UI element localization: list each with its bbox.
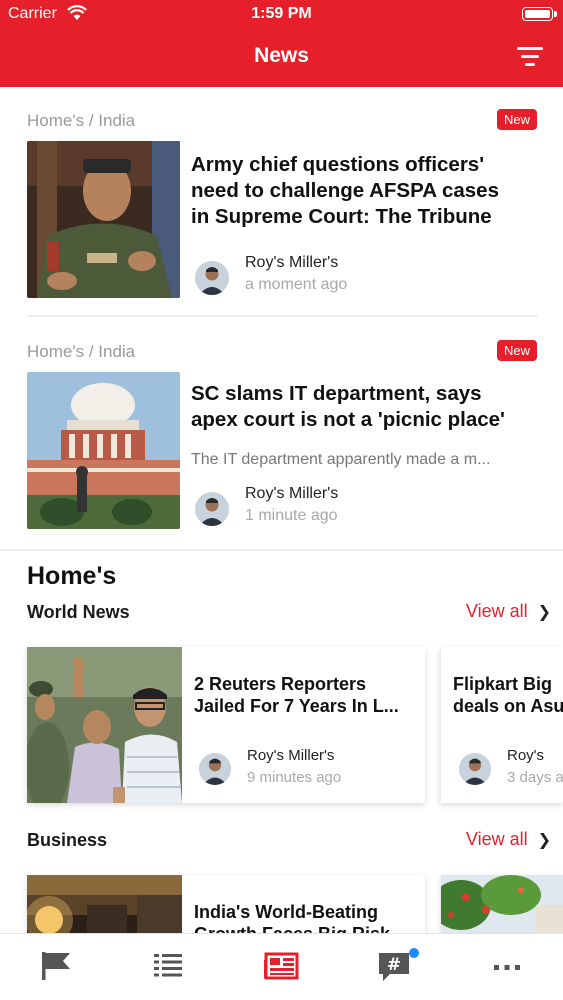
article-thumbnail[interactable] <box>27 372 180 529</box>
tab-chat[interactable]: # <box>374 948 419 984</box>
view-all-business-button[interactable]: View all ❯ <box>466 829 551 850</box>
author-name: Roy's Miller's <box>245 254 339 271</box>
news-card[interactable]: Flipkart Big deals on Asu Roy's 3 days a <box>441 647 563 803</box>
flag-icon <box>42 952 70 980</box>
timestamp: a moment ago <box>245 276 348 293</box>
newspaper-icon <box>264 952 299 980</box>
category-title-world-news: World News <box>27 602 130 622</box>
chevron-right-icon: ❯ <box>537 832 551 849</box>
view-all-world-news-button[interactable]: View all ❯ <box>466 601 551 622</box>
filter-icon[interactable] <box>517 45 543 67</box>
battery-icon <box>522 7 557 21</box>
category-title-business: Business <box>27 830 108 850</box>
breadcrumb[interactable]: Home's / India <box>27 342 135 362</box>
article-thumbnail[interactable] <box>27 141 180 298</box>
tab-news[interactable] <box>261 948 301 984</box>
clock: 1:59 PM <box>251 5 312 22</box>
app-header: Carrier 1:59 PM News <box>0 0 563 87</box>
hashtag-chat-icon: # <box>379 953 409 981</box>
article-headline[interactable]: SC slams IT department, says apex court … <box>191 381 537 433</box>
author-name: Roy's Miller's <box>247 747 335 764</box>
new-badge: New <box>496 340 537 361</box>
tab-more[interactable] <box>487 948 527 984</box>
card-title: 2 Reuters Reporters Jailed For 7 Years I… <box>194 674 399 716</box>
article-item[interactable]: Home's / India New SC slams IT departmen… <box>27 340 537 542</box>
chevron-right-icon: ❯ <box>537 604 551 621</box>
tab-flag[interactable] <box>36 948 76 984</box>
card-title: Flipkart Big deals on Asu <box>453 674 563 716</box>
status-bar: Carrier 1:59 PM <box>0 0 563 30</box>
page-title: News <box>254 44 309 67</box>
breadcrumb[interactable]: Home's / India <box>27 111 135 131</box>
article-excerpt: The IT department apparently made a m... <box>191 451 491 468</box>
section-title: Home's <box>27 562 117 590</box>
more-icon <box>494 965 520 970</box>
author-name: Roy's Miller's <box>245 485 339 502</box>
avatar <box>199 753 231 785</box>
avatar <box>459 753 491 785</box>
news-card[interactable]: 2 Reuters Reporters Jailed For 7 Years I… <box>27 647 425 803</box>
avatar <box>195 492 229 526</box>
author-name: Roy's <box>507 747 545 764</box>
article-item[interactable]: Home's / India New Army chief questions … <box>27 109 537 311</box>
article-headline[interactable]: Army chief questions officers' need to c… <box>191 152 537 230</box>
card-image <box>27 647 182 803</box>
notification-dot <box>409 948 419 958</box>
bottom-tab-bar: # <box>0 933 563 1000</box>
divider <box>27 315 537 317</box>
timestamp: 9 minutes ago <box>247 769 342 786</box>
section-divider <box>0 549 563 551</box>
tab-list[interactable] <box>148 948 188 984</box>
svg-text:#: # <box>387 955 401 975</box>
timestamp: 1 minute ago <box>245 507 338 524</box>
new-badge: New <box>496 109 537 130</box>
timestamp: 3 days a <box>507 769 563 786</box>
list-icon <box>154 954 182 977</box>
avatar <box>195 261 229 295</box>
